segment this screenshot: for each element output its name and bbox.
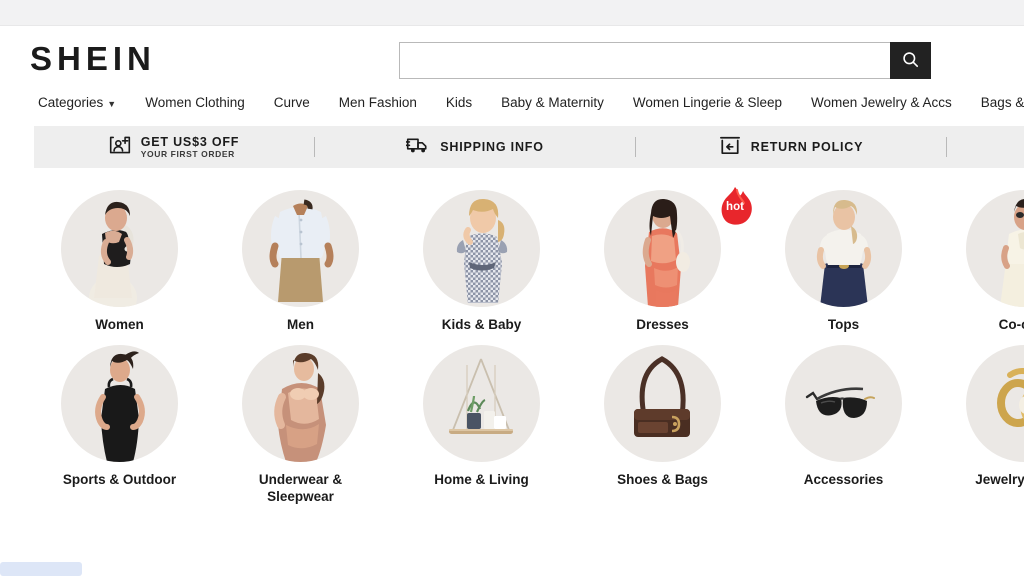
category-thumb xyxy=(61,345,178,462)
return-box-icon xyxy=(719,135,741,160)
home-photo xyxy=(423,345,540,462)
category-tops[interactable]: Tops xyxy=(753,190,934,333)
category-grid: Women Men Kids & Baby hot Dresses Tops C… xyxy=(0,187,1024,520)
category-label: Home & Living xyxy=(434,472,529,487)
category-coords[interactable]: Co-ords xyxy=(934,190,1024,333)
category-thumb xyxy=(604,190,721,307)
browser-top-strip xyxy=(0,0,1024,26)
sports-photo xyxy=(61,345,178,462)
category-row-2: Sports & Outdoor Underwear & Sleepwear H… xyxy=(0,345,1024,505)
underwear-photo xyxy=(242,345,359,462)
men-photo xyxy=(242,190,359,307)
category-accessories[interactable]: Accessories xyxy=(753,345,934,505)
search-input[interactable] xyxy=(399,42,890,79)
category-label: Jewelry & Accs xyxy=(975,472,1024,487)
search-button[interactable] xyxy=(890,42,931,79)
dresses-photo xyxy=(604,190,721,307)
nav-item-men-fashion[interactable]: Men Fashion xyxy=(339,94,417,112)
tops-photo xyxy=(785,190,902,307)
women-photo xyxy=(61,190,178,307)
nav-item-kids[interactable]: Kids xyxy=(446,94,472,112)
user-plus-card-icon xyxy=(109,135,131,160)
promo-title: SHIPPING INFO xyxy=(440,140,544,154)
nav-item-categories[interactable]: Categories ▼ xyxy=(38,94,116,112)
category-dresses[interactable]: hot Dresses xyxy=(572,187,753,333)
category-label: Sports & Outdoor xyxy=(62,472,177,487)
nav-item-curve[interactable]: Curve xyxy=(274,94,310,112)
promo-title: RETURN POLICY xyxy=(750,140,864,154)
page-root: SHEIN Categories ▼ Women Clothing Curve … xyxy=(0,0,1024,576)
category-label: Women xyxy=(95,317,144,332)
nav-label: Categories xyxy=(38,95,104,110)
nav-item-women-lingerie-sleep[interactable]: Women Lingerie & Sleep xyxy=(633,94,782,112)
category-label: Kids & Baby xyxy=(441,317,522,332)
shein-logo[interactable]: SHEIN xyxy=(30,38,156,80)
promo-item-shipping-info[interactable]: SHIPPING INFO xyxy=(315,126,635,168)
category-kids-baby[interactable]: Kids & Baby xyxy=(391,190,572,333)
promo-text-block: GET US$3 OFF YOUR FIRST ORDER xyxy=(141,135,240,160)
category-label: Men xyxy=(287,317,314,332)
category-thumb xyxy=(423,345,540,462)
category-row-1: Women Men Kids & Baby hot Dresses Tops C… xyxy=(0,187,1024,333)
category-thumb xyxy=(242,190,359,307)
category-men[interactable]: Men xyxy=(210,190,391,333)
hot-badge: hot xyxy=(715,186,755,228)
accessories-photo xyxy=(785,345,902,462)
promo-divider xyxy=(946,137,947,157)
category-label: Co-ords xyxy=(998,317,1024,332)
promo-item-return-policy[interactable]: RETURN POLICY xyxy=(636,126,946,168)
hot-badge-label: hot xyxy=(726,201,744,213)
category-label: Tops xyxy=(827,317,860,332)
nav-item-bags-luggage[interactable]: Bags & Luggage xyxy=(981,94,1024,112)
nav-item-women-clothing[interactable]: Women Clothing xyxy=(145,94,245,112)
promo-title: GET US$3 OFF xyxy=(140,134,240,149)
category-thumb xyxy=(61,190,178,307)
category-thumb xyxy=(785,190,902,307)
jewelry-photo xyxy=(966,345,1024,462)
category-home-living[interactable]: Home & Living xyxy=(391,345,572,505)
delivery-truck-icon xyxy=(405,135,430,159)
category-thumb xyxy=(242,345,359,462)
nav-item-baby-maternity[interactable]: Baby & Maternity xyxy=(501,94,604,112)
main-nav: Categories ▼ Women Clothing Curve Men Fa… xyxy=(0,94,1024,126)
category-jewelry-accs[interactable]: Jewelry & Accs xyxy=(934,345,1024,505)
category-label: Dresses xyxy=(636,317,689,332)
category-label: Accessories xyxy=(803,472,884,487)
category-thumb xyxy=(785,345,902,462)
bottom-left-widget[interactable] xyxy=(0,562,82,576)
category-thumb xyxy=(423,190,540,307)
category-thumb xyxy=(604,345,721,462)
category-thumb xyxy=(966,190,1024,307)
kids-photo xyxy=(423,190,540,307)
category-label: Underwear & Sleepwear xyxy=(258,472,343,504)
category-shoes-bags[interactable]: Shoes & Bags xyxy=(572,345,753,505)
category-sports-outdoor[interactable]: Sports & Outdoor xyxy=(29,345,210,505)
promo-subtitle: YOUR FIRST ORDER xyxy=(140,148,235,159)
category-women[interactable]: Women xyxy=(29,190,210,333)
category-thumb xyxy=(966,345,1024,462)
nav-item-women-jewelry-accs[interactable]: Women Jewelry & Accs xyxy=(811,94,952,112)
category-label: Shoes & Bags xyxy=(617,472,708,487)
site-header: SHEIN xyxy=(0,26,1024,92)
promo-item-first-order-discount[interactable]: GET US$3 OFF YOUR FIRST ORDER xyxy=(34,126,314,168)
promo-banner: GET US$3 OFF YOUR FIRST ORDER SHIPPING I… xyxy=(34,126,1024,168)
category-underwear-sleepwear[interactable]: Underwear & Sleepwear xyxy=(210,345,391,505)
coords-photo xyxy=(966,190,1024,307)
search-icon xyxy=(901,50,920,72)
chevron-down-icon: ▼ xyxy=(107,99,117,109)
search-bar xyxy=(399,42,931,79)
shoes-bags-photo xyxy=(604,345,721,462)
